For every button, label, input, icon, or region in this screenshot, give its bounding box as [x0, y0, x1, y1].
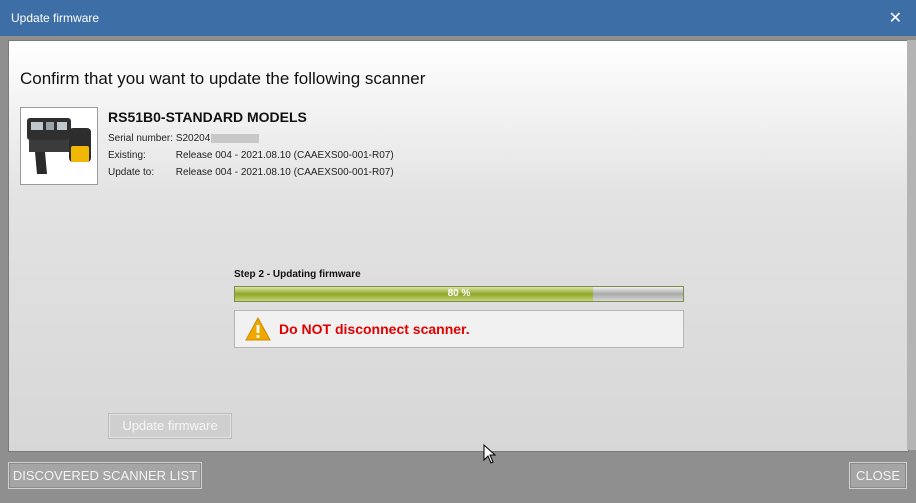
serial-redaction: [211, 133, 260, 143]
warning-text: Do NOT disconnect scanner.: [279, 321, 470, 337]
existing-row: Existing: Release 004 - 2021.08.10 (CAAE…: [108, 150, 394, 161]
step-label: Step 2 - Updating firmware: [234, 269, 361, 280]
close-button[interactable]: CLOSE: [849, 462, 907, 489]
serial-value: S20204: [175, 133, 211, 144]
warning-box: Do NOT disconnect scanner.: [234, 310, 684, 348]
window-title: Update firmware: [11, 11, 100, 25]
warning-icon: [245, 316, 271, 341]
title-bar: Update firmware ✕: [0, 0, 916, 36]
existing-value: Release 004 - 2021.08.10 (CAAEXS00-001-R…: [175, 150, 394, 161]
existing-label: Existing:: [108, 150, 146, 161]
update-dialog: Confirm that you want to update the foll…: [8, 40, 909, 464]
mouse-cursor-icon: [483, 443, 497, 464]
update-firmware-button[interactable]: Update firmware: [108, 413, 232, 439]
close-icon[interactable]: ✕: [889, 8, 902, 28]
side-scroll-strip: [907, 40, 916, 450]
firmware-progress-bar: 80 %: [234, 286, 684, 302]
scanner-model: RS51B0-STANDARD MODELS: [108, 109, 307, 125]
update-to-value: Release 004 - 2021.08.10 (CAAEXS00-001-R…: [175, 167, 394, 178]
serial-row: Serial number: S20204: [108, 133, 260, 144]
discovered-scanner-list-button[interactable]: DISCOVERED SCANNER LIST: [8, 462, 202, 489]
progress-percent: 80 %: [447, 288, 471, 299]
update-to-row: Update to: Release 004 - 2021.08.10 (CAA…: [108, 167, 394, 178]
scanner-image: [20, 107, 98, 185]
dialog-heading: Confirm that you want to update the foll…: [20, 69, 426, 88]
update-to-label: Update to:: [108, 167, 155, 178]
serial-label: Serial number:: [108, 133, 174, 144]
